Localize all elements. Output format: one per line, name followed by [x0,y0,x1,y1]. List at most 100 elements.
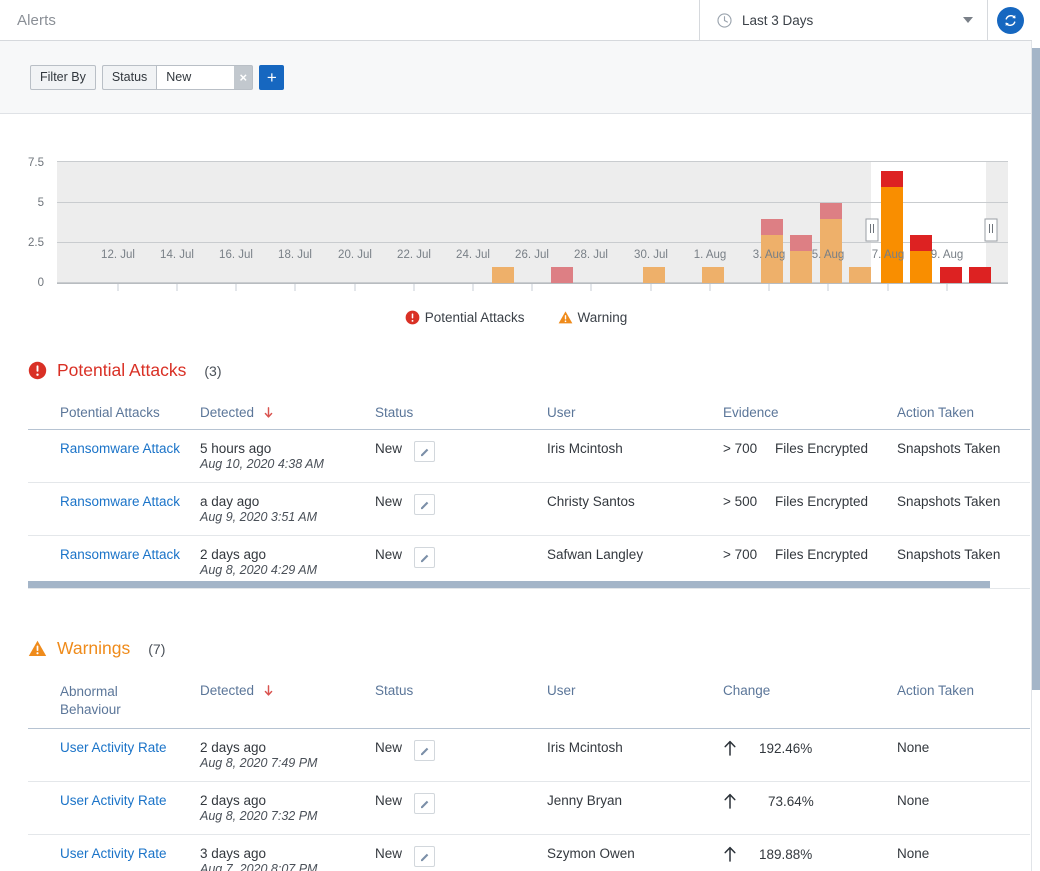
evidence-value: > 500 [723,494,761,509]
chevron-down-icon[interactable] [963,17,973,23]
pencil-icon [419,499,431,511]
detected-relative: 2 days ago [200,740,375,755]
table-row[interactable]: User Activity Rate 2 days ago Aug 8, 202… [28,729,1030,782]
bar-attack [551,267,573,283]
detected-relative: 5 hours ago [200,441,375,456]
alert-name-link[interactable]: User Activity Rate [60,846,167,861]
top-bar: Alerts Last 3 Days [0,0,1032,41]
x-tick-label: 9. Aug [931,249,964,261]
detected-relative: 3 days ago [200,846,375,861]
add-filter-button[interactable]: + [259,65,284,90]
column-header-detected[interactable]: Detected [200,399,375,430]
time-range-picker[interactable]: Last 3 Days [700,0,988,40]
filter-field-status[interactable]: Status [102,65,156,90]
alert-name-link[interactable]: Ransomware Attack [60,441,180,456]
filter-by-button[interactable]: Filter By [30,65,96,90]
action-taken: Snapshots Taken [897,430,1030,483]
svg-text:0: 0 [38,277,44,289]
table-header-row: Potential Attacks Detected Status User E… [28,399,1030,430]
user-name: Christy Santos [547,483,723,536]
clear-filter-icon[interactable]: × [234,65,253,90]
chart-x-axis-labels: 12. Jul 14. Jul 16. Jul 18. Jul 20. Jul … [0,249,1032,269]
alert-circle-icon [28,361,47,380]
column-header-user[interactable]: User [547,399,723,430]
detected-relative: a day ago [200,494,375,509]
legend-item-potential-attacks[interactable]: Potential Attacks [405,310,525,325]
x-tick-label: 24. Jul [456,249,490,261]
bar-attack [820,203,842,219]
warning-triangle-icon [558,310,573,325]
column-header-user[interactable]: User [547,677,723,729]
attacks-horizontal-scrollbar[interactable] [28,581,990,588]
svg-text:2.5: 2.5 [28,237,44,249]
detected-absolute: Aug 8, 2020 7:32 PM [200,809,375,823]
change-value: 73.64% [768,794,814,809]
alert-name-link[interactable]: Ransomware Attack [60,547,180,562]
x-tick-label: 3. Aug [753,249,786,261]
edit-status-button[interactable] [414,494,435,515]
pencil-icon [419,446,431,458]
alert-name-link[interactable]: User Activity Rate [60,793,167,808]
filter-value-input[interactable]: New [156,65,234,90]
status-value: New [375,793,402,808]
sort-descending-icon [263,685,274,697]
x-tick-label: 14. Jul [160,249,194,261]
alert-name-link[interactable]: Ransomware Attack [60,494,180,509]
x-tick-label: 26. Jul [515,249,549,261]
edit-status-button[interactable] [414,441,435,462]
evidence-label: Files Encrypted [775,547,868,562]
filter-chip-group: Filter By Status New × + [30,65,284,90]
detected-absolute: Aug 8, 2020 7:49 PM [200,756,375,770]
refresh-button[interactable] [997,7,1024,34]
edit-status-button[interactable] [414,846,435,867]
column-header-name[interactable]: Abnormal Behaviour [28,677,200,729]
column-header-name[interactable]: Potential Attacks [28,399,200,430]
detected-absolute: Aug 10, 2020 4:38 AM [200,457,375,471]
column-header-change[interactable]: Change [723,677,897,729]
column-header-action[interactable]: Action Taken [897,399,1030,430]
alert-name-link[interactable]: User Activity Rate [60,740,167,755]
section-count: (3) [204,363,221,379]
column-header-status[interactable]: Status [375,399,547,430]
edit-status-button[interactable] [414,793,435,814]
legend-label: Potential Attacks [425,310,525,325]
column-header-action[interactable]: Action Taken [897,677,1030,729]
bar-warning [702,267,724,283]
user-name: Iris Mcintosh [547,430,723,483]
column-header-status[interactable]: Status [375,677,547,729]
page-title: Alerts [0,0,700,40]
pencil-icon [419,851,431,863]
potential-attacks-table: Potential Attacks Detected Status User E… [28,399,1030,589]
warning-triangle-icon [28,639,47,658]
scrollbar-thumb[interactable] [1032,48,1040,690]
column-header-detected-label: Detected [200,405,254,420]
scrollbar-thumb[interactable] [28,581,990,588]
table-row[interactable]: Ransomware Attack 5 hours ago Aug 10, 20… [28,430,1030,483]
bar-warning [643,267,665,283]
alerts-page: Alerts Last 3 Days Filter By S [0,0,1040,871]
user-name: Szymon Owen [547,835,723,871]
evidence-value: > 700 [723,441,761,456]
table-row[interactable]: User Activity Rate 3 days ago Aug 7, 202… [28,835,1030,871]
chart-canvas[interactable]: 7.5 5 2.5 0 [0,114,1032,304]
section-title: Warnings [57,638,130,659]
pencil-icon [419,745,431,757]
chart-range-handle-right[interactable] [985,219,997,241]
column-header-evidence[interactable]: Evidence [723,399,897,430]
column-header-detected[interactable]: Detected [200,677,375,729]
legend-item-warning[interactable]: Warning [558,310,628,325]
status-value: New [375,494,402,509]
table-row[interactable]: Ransomware Attack a day ago Aug 9, 2020 … [28,483,1030,536]
pencil-icon [419,798,431,810]
potential-attacks-header: Potential Attacks (3) [0,360,1032,381]
bar-warning [849,267,871,283]
bar-attack [969,267,991,283]
clock-icon [716,12,733,29]
edit-status-button[interactable] [414,547,435,568]
page-vertical-scrollbar[interactable] [1032,41,1040,871]
alert-circle-icon [405,310,420,325]
chart-range-handle-left[interactable] [866,219,878,241]
x-tick-label: 5. Aug [812,249,845,261]
edit-status-button[interactable] [414,740,435,761]
table-row[interactable]: User Activity Rate 2 days ago Aug 8, 202… [28,782,1030,835]
